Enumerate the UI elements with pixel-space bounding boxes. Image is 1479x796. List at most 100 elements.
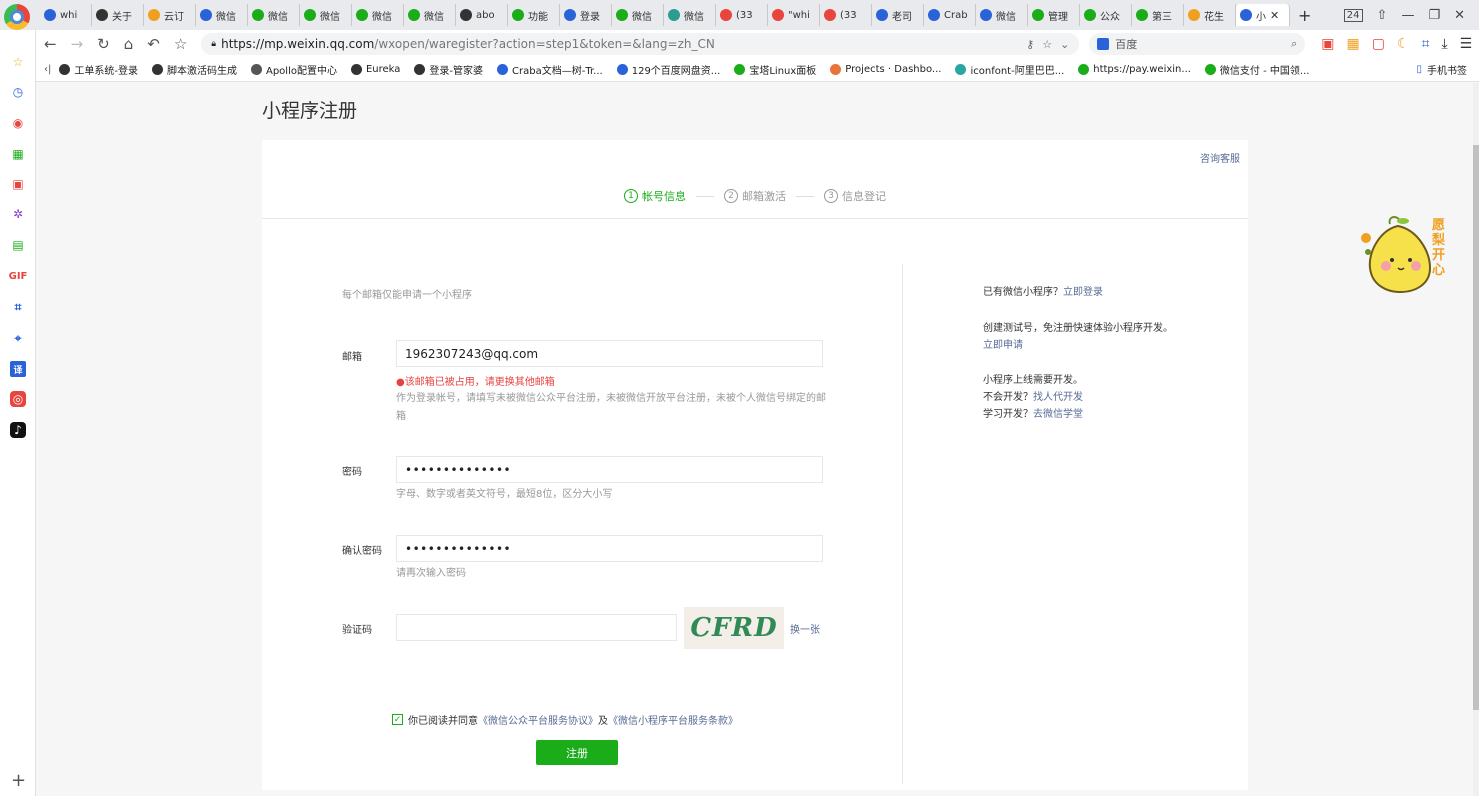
bug-icon[interactable]: ✲ <box>10 206 26 222</box>
minimize-icon[interactable]: — <box>1401 8 1414 23</box>
find-developer-link[interactable]: 找人代开发 <box>1033 392 1083 403</box>
service-agreement-link[interactable]: 《微信公众平台服务协议》 <box>478 712 598 727</box>
mobile-bookmarks[interactable]: ▯ 手机书签 <box>1416 62 1467 77</box>
browser-tab[interactable]: 微信 <box>352 4 404 26</box>
browser-tab[interactable]: (33 <box>820 4 872 26</box>
browser-tab[interactable]: (33 <box>716 4 768 26</box>
bookmark-item[interactable]: 微信支付 - 中国领... <box>1204 62 1309 77</box>
browser-tab[interactable]: 花生 <box>1184 4 1236 26</box>
back-icon[interactable]: ← <box>44 35 57 53</box>
browser-tab[interactable]: 微信 <box>404 4 456 26</box>
restore-icon[interactable]: ❐ <box>1428 8 1440 23</box>
reload-icon[interactable]: ↻ <box>97 35 110 53</box>
search-box[interactable]: 百度 ⌕ <box>1089 33 1306 55</box>
terms-link[interactable]: 《微信小程序平台服务条款》 <box>608 712 738 727</box>
favorites-star-icon[interactable]: ☆ <box>10 54 26 70</box>
bookmark-item[interactable]: Craba文档—树-Tr... <box>497 62 603 77</box>
bookmark-item[interactable]: 脚本激活码生成 <box>151 62 237 77</box>
bookmark-item[interactable]: iconfont-阿里巴巴... <box>955 62 1064 77</box>
browser-tab[interactable]: whi <box>40 4 92 26</box>
extension-grid-icon[interactable]: ▦ <box>1347 36 1360 52</box>
email-field[interactable]: 1962307243@qq.com <box>396 340 823 367</box>
browser-tab[interactable]: 关于 <box>92 4 144 26</box>
bookmark-item[interactable]: Projects · Dashbo... <box>830 62 941 77</box>
wechat-academy-link[interactable]: 去微信学堂 <box>1033 409 1083 420</box>
bookmark-item[interactable]: https://pay.weixin... <box>1078 62 1191 77</box>
search-icon[interactable]: ⌕ <box>1291 37 1297 51</box>
apply-test-link[interactable]: 立即申请 <box>983 340 1023 351</box>
step-email-activation: 2 邮箱激活 <box>724 188 786 204</box>
browser-tab[interactable]: 小 ✕ <box>1236 4 1290 26</box>
url-field[interactable]: 🔒︎ https://mp.weixin.qq.com/wxopen/wareg… <box>201 33 1080 55</box>
add-sidebar-icon[interactable]: + <box>11 770 26 791</box>
collapse-left-icon[interactable]: ‹| <box>44 64 51 75</box>
confirm-password-field[interactable]: •••••••••••••• <box>396 535 823 562</box>
browser-tab[interactable]: 功能 <box>508 4 560 26</box>
browser-tab[interactable]: "whi <box>768 4 820 26</box>
bookmark-item[interactable]: Eureka <box>350 62 400 77</box>
window-controls: 24 ⇧ — ❐ ✕ <box>1343 4 1479 26</box>
scrollbar-thumb[interactable] <box>1473 145 1479 710</box>
home-icon[interactable]: ⌂ <box>124 35 134 53</box>
browser-tab[interactable]: 微信 <box>664 4 716 26</box>
browser-tab[interactable]: 微信 <box>248 4 300 26</box>
browser-tab[interactable]: 老司 <box>872 4 924 26</box>
translate-icon[interactable]: 译 <box>10 361 26 377</box>
browser-tab[interactable]: 公众 <box>1080 4 1132 26</box>
register-button[interactable]: 注册 <box>536 740 618 765</box>
moon-icon[interactable]: ☾ <box>1397 36 1410 52</box>
browser-tab[interactable]: 微信 <box>196 4 248 26</box>
crop-tool-icon[interactable]: ⌗ <box>1422 36 1430 52</box>
history-clock-icon[interactable]: ◷ <box>10 84 26 100</box>
extension-red-icon[interactable]: ▣ <box>1321 36 1334 52</box>
browser-tab[interactable]: 第三 <box>1132 4 1184 26</box>
bookmark-item[interactable]: 工单系统-登录 <box>59 62 138 77</box>
bookmark-item[interactable]: Apollo配置中心 <box>250 62 337 77</box>
pdf-icon[interactable]: ▣ <box>10 176 26 192</box>
captcha-refresh-link[interactable]: 换一张 <box>790 621 820 636</box>
music-icon[interactable]: ◎ <box>10 391 26 407</box>
browser-tab[interactable]: 云订 <box>144 4 196 26</box>
tiktok-icon[interactable]: ♪ <box>10 422 26 438</box>
tab-count-badge[interactable]: 24 <box>1343 8 1363 22</box>
browser-tab[interactable]: Crab <box>924 4 976 26</box>
new-tab-icon[interactable]: + <box>1298 6 1311 25</box>
browser-logo-icon[interactable] <box>4 4 30 30</box>
star-icon[interactable]: ☆ <box>1042 38 1052 51</box>
browser-tab[interactable]: 微信 <box>976 4 1028 26</box>
bookmark-star-icon[interactable]: ☆ <box>174 35 187 53</box>
customer-service-link[interactable]: 咨询客服 <box>1200 150 1240 165</box>
browser-tab[interactable]: 管理 <box>1028 4 1080 26</box>
captcha-field[interactable] <box>396 614 677 641</box>
pdf-tool-icon[interactable]: ▢ <box>1372 36 1385 52</box>
apps-grid-icon[interactable]: ▦ <box>10 146 26 162</box>
crop-icon[interactable]: ⌗ <box>10 299 26 315</box>
forward-icon[interactable]: → <box>71 35 84 53</box>
download-icon[interactable]: ⤓ <box>1441 36 1447 52</box>
browser-tab[interactable]: abo <box>456 4 508 26</box>
record-icon[interactable]: ◉ <box>10 115 26 131</box>
browser-tab[interactable]: 微信 <box>612 4 664 26</box>
chevron-down-icon[interactable]: ⌄ <box>1060 38 1069 51</box>
tab-favicon-icon <box>1188 9 1200 21</box>
gif-icon[interactable]: GIF <box>9 268 28 284</box>
captcha-image[interactable]: CFRD <box>684 607 784 649</box>
browser-tab[interactable]: 登录 <box>560 4 612 26</box>
key-icon[interactable]: ⚷ <box>1026 38 1034 51</box>
password-field[interactable]: •••••••••••••• <box>396 456 823 483</box>
scan-icon[interactable]: ⌖ <box>10 330 26 346</box>
notes-icon[interactable]: ▤ <box>10 237 26 253</box>
login-link[interactable]: 立即登录 <box>1063 287 1103 298</box>
agree-checkbox[interactable]: ✓ <box>392 714 403 725</box>
shirt-icon[interactable]: ⇧ <box>1377 8 1388 23</box>
tab-close-icon[interactable]: ✕ <box>1270 9 1279 22</box>
bookmark-item[interactable]: 129个百度网盘资... <box>616 62 720 77</box>
bookmark-favicon-icon <box>955 64 967 75</box>
close-window-icon[interactable]: ✕ <box>1454 8 1465 23</box>
bookmark-item[interactable]: 登录-管家婆 <box>414 62 483 77</box>
bookmark-label: 脚本激活码生成 <box>166 66 237 77</box>
undo-close-icon[interactable]: ↶ <box>147 35 160 53</box>
bookmark-item[interactable]: 宝塔Linux面板 <box>734 62 816 77</box>
menu-icon[interactable]: ☰ <box>1460 36 1473 52</box>
browser-tab[interactable]: 微信 <box>300 4 352 26</box>
